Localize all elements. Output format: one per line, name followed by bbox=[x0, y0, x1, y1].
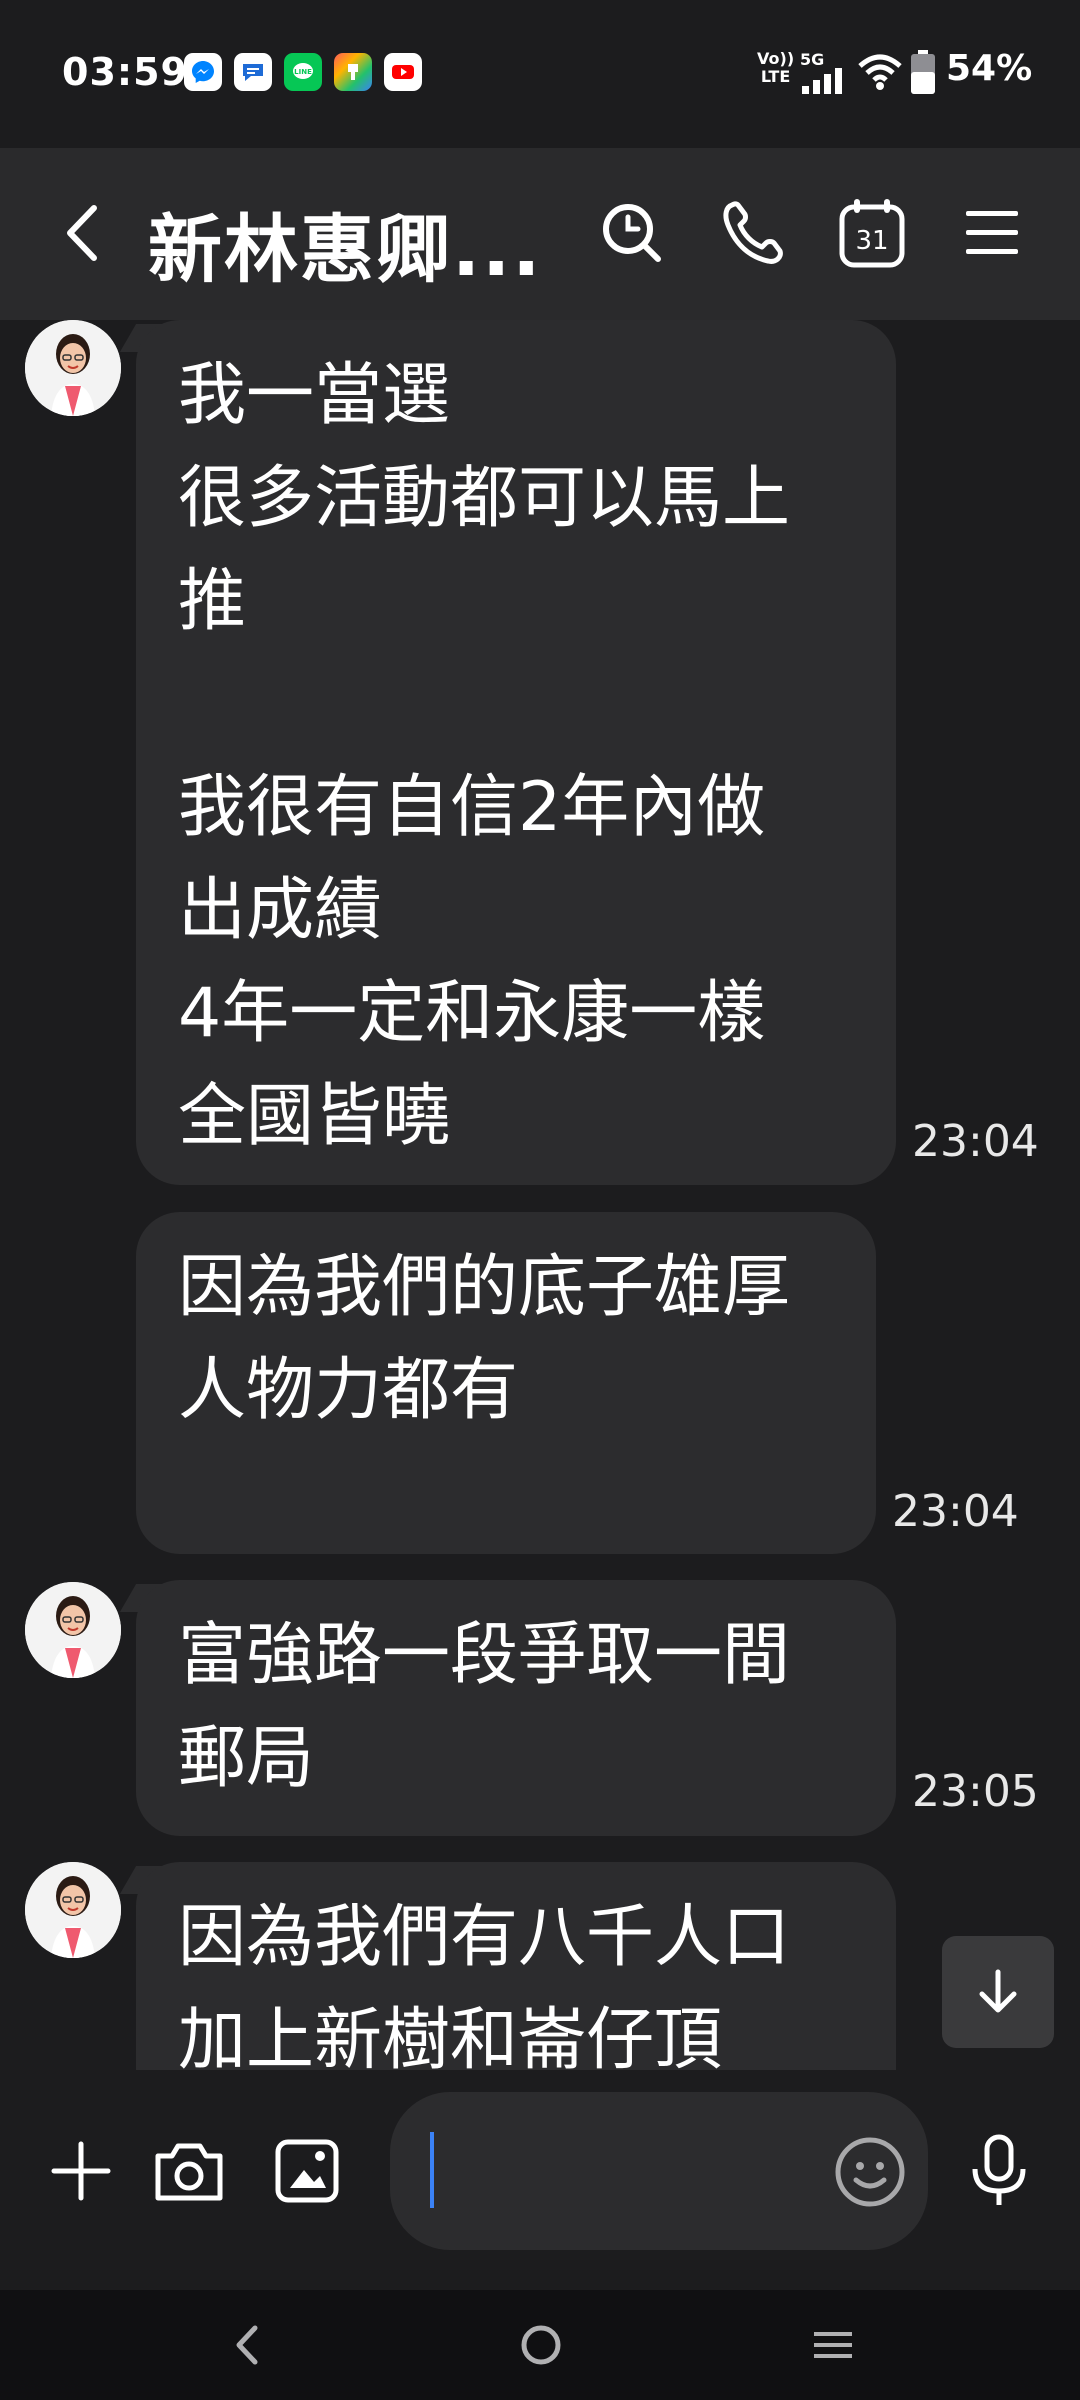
message-timestamp: 23:05 bbox=[912, 1766, 1039, 1817]
text-caret bbox=[430, 2132, 434, 2208]
search-icon[interactable] bbox=[592, 193, 672, 273]
message-bubble[interactable]: 因為我們有八千人口 加上新樹和崙仔頂 bbox=[136, 1862, 896, 2070]
back-icon[interactable] bbox=[50, 198, 120, 268]
wifi-icon bbox=[858, 54, 902, 90]
network-type: 5G bbox=[800, 50, 825, 69]
message-timestamp: 23:04 bbox=[892, 1486, 1019, 1537]
chat-header: 新林惠卿... 31 bbox=[0, 148, 1080, 320]
arrow-down-icon bbox=[979, 1969, 1017, 2013]
scroll-to-bottom-button[interactable] bbox=[942, 1936, 1054, 2048]
image-icon[interactable] bbox=[262, 2126, 352, 2216]
phone-icon[interactable] bbox=[714, 193, 794, 273]
youtube-icon bbox=[384, 53, 422, 91]
status-time: 03:59 bbox=[62, 50, 188, 94]
message-bubble[interactable]: 因為我們的底子雄厚 人物力都有 bbox=[136, 1212, 876, 1554]
emoji-icon[interactable] bbox=[832, 2134, 908, 2210]
volte-indicator: Vo)) LTE bbox=[757, 49, 795, 86]
menu-icon[interactable] bbox=[952, 193, 1032, 273]
battery-percentage: 54% bbox=[946, 48, 1033, 89]
battery-icon bbox=[911, 50, 935, 94]
message-bubble[interactable]: 我一當選 很多活動都可以馬上 推 我很有自信2年內做 出成績 4年一定和永康一樣… bbox=[136, 320, 896, 1185]
system-navigation-bar bbox=[0, 2290, 1080, 2400]
calendar-icon[interactable]: 31 bbox=[832, 193, 912, 273]
avatar[interactable] bbox=[25, 1862, 121, 1958]
signal-icon bbox=[802, 68, 842, 94]
message-input-bar bbox=[0, 2070, 1080, 2290]
avatar[interactable] bbox=[25, 1582, 121, 1678]
gallery-icon bbox=[334, 53, 372, 91]
message-timestamp: 23:04 bbox=[912, 1116, 1039, 1167]
nav-back-icon[interactable] bbox=[212, 2310, 282, 2380]
message-bubble[interactable]: 富強路一段爭取一間 郵局 bbox=[136, 1580, 896, 1836]
message-input[interactable] bbox=[390, 2092, 928, 2250]
svg-text:LINE: LINE bbox=[294, 68, 312, 76]
messages-icon bbox=[234, 53, 272, 91]
message-list[interactable]: 我一當選 很多活動都可以馬上 推 我很有自信2年內做 出成績 4年一定和永康一樣… bbox=[0, 320, 1080, 2070]
plus-icon[interactable] bbox=[36, 2126, 126, 2216]
status-bar: 03:59 LINE Vo)) LTE 5G 54% bbox=[0, 0, 1080, 148]
messenger-icon bbox=[184, 53, 222, 91]
nav-home-icon[interactable] bbox=[506, 2310, 576, 2380]
nav-recents-icon[interactable] bbox=[798, 2310, 868, 2380]
camera-icon[interactable] bbox=[144, 2126, 234, 2216]
chat-title[interactable]: 新林惠卿... bbox=[148, 190, 542, 297]
avatar[interactable] bbox=[25, 320, 121, 416]
microphone-icon[interactable] bbox=[954, 2126, 1044, 2216]
calendar-day: 31 bbox=[855, 226, 888, 256]
line-icon: LINE bbox=[284, 53, 322, 91]
